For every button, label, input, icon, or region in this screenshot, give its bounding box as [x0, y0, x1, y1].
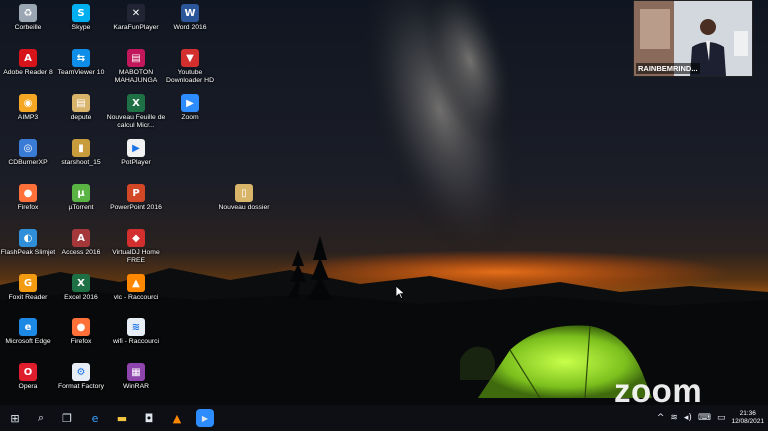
desktop-icon-access[interactable]: A Access 2016: [50, 229, 112, 257]
excel-file-icon: X: [127, 94, 145, 112]
access-icon: A: [72, 229, 90, 247]
karafun-icon: ✕: [127, 4, 145, 22]
desktop-icon-label: Word 2016: [173, 24, 207, 31]
clock-time: 21:36: [739, 410, 756, 417]
desktop-icon-document[interactable]: ▤ depute: [50, 94, 112, 122]
desktop-icon-karafun[interactable]: ✕ KaraFunPlayer: [105, 4, 167, 32]
desktop-icon-winrar[interactable]: ▦ WinRAR: [105, 363, 167, 391]
taskbar-edge-icon[interactable]: e: [86, 409, 104, 427]
desktop-icon-virtualdj[interactable]: ◆ VirtualDJ Home FREE: [105, 229, 167, 265]
virtualdj-icon: ◆: [127, 229, 145, 247]
participant-video-thumbnail[interactable]: RAINBEMRIND...: [633, 0, 753, 77]
desktop-icon-label: µTorrent: [68, 204, 94, 211]
desktop-icon-label: KaraFunPlayer: [113, 24, 159, 31]
chevron-up-icon[interactable]: ^: [657, 413, 665, 423]
desktop-icon-label: Nouveau Feuille de calcul Micr...: [106, 114, 166, 129]
taskbar-store-icon[interactable]: ◘: [140, 409, 158, 427]
desktop-icon-label: Access 2016: [61, 249, 101, 256]
vlc-icon: ▲: [127, 274, 145, 292]
desktop-icon-label: wifi - Raccourci: [112, 338, 160, 345]
desktop-icon-skype[interactable]: S Skype: [50, 4, 112, 32]
mouse-pointer-icon: [396, 286, 405, 299]
desktop-icon-folder-file[interactable]: ▮ starshoot_15: [50, 139, 112, 167]
notification-icon[interactable]: ▭: [717, 413, 726, 423]
teamviewer-icon: ⇆: [72, 49, 90, 67]
slimjet-icon: ◐: [19, 229, 37, 247]
desktop-icon-media-file[interactable]: ▤ MABOTON MAHAJUNGA: [105, 49, 167, 85]
edge-icon: e: [19, 318, 37, 336]
desktop-icon-potplayer[interactable]: ▶ PotPlayer: [105, 139, 167, 167]
desktop-icon-vlc[interactable]: ▲ vlc - Raccourci: [105, 274, 167, 302]
utorrent-icon: µ: [72, 184, 90, 202]
desktop-icon-powerpoint[interactable]: P PowerPoint 2016: [105, 184, 167, 212]
cdburner-icon: ◎: [19, 139, 37, 157]
desktop-icon-label: PowerPoint 2016: [110, 204, 162, 211]
volume-icon[interactable]: ◂): [684, 413, 692, 423]
network-icon[interactable]: ≋: [670, 413, 678, 423]
participant-name-label: RAINBEMRIND...: [636, 63, 700, 74]
word-icon: W: [181, 4, 199, 22]
desktop-icon-excel[interactable]: X Excel 2016: [50, 274, 112, 302]
document-icon: ▤: [72, 94, 90, 112]
desktop-icon-label: WinRAR: [122, 383, 150, 390]
desktop-icon-wifi-shortcut[interactable]: ≋ wifi - Raccourci: [105, 318, 167, 346]
taskbar-zoom-icon[interactable]: ▶: [196, 409, 214, 427]
potplayer-icon: ▶: [127, 139, 145, 157]
taskbar-file-explorer-icon[interactable]: ▬: [113, 409, 131, 427]
desktop-icon-label: starshoot_15: [61, 159, 101, 166]
powerpoint-icon: P: [127, 184, 145, 202]
desktop-icon-label: VirtualDJ Home FREE: [112, 249, 160, 264]
desktop-icon-label: Zoom: [181, 114, 199, 121]
desktop-icon-label: vlc - Raccourci: [113, 294, 159, 301]
desktop-icon-label: MABOTON MAHAJUNGA: [114, 69, 158, 84]
desktop-icon-label: Excel 2016: [64, 294, 98, 301]
taskbar: ⊞ ⌕ ❐ e ▬ ◘ ▲ ▶ ^ ≋ ◂) ⌨ ▭ 21:36 12/08/2021: [0, 405, 768, 431]
adobe-reader-icon: A: [19, 49, 37, 67]
skype-icon: S: [72, 4, 90, 22]
desktop-icon-label: Skype: [71, 24, 91, 31]
folder-icon: ▯: [235, 184, 253, 202]
desktop-icon-label: Firefox: [70, 338, 92, 345]
desktop-icon-folder[interactable]: ▯ Nouveau dossier: [213, 184, 275, 212]
keyboard-icon[interactable]: ⌨: [698, 413, 711, 423]
desktop-icon-zoom[interactable]: ▶ Zoom: [159, 94, 221, 122]
foxit-icon: G: [19, 274, 37, 292]
media-file-icon: ▤: [127, 49, 145, 67]
desktop-icon-word[interactable]: W Word 2016: [159, 4, 221, 32]
firefox-icon: ●: [19, 184, 37, 202]
excel-icon: X: [72, 274, 90, 292]
desktop-icon-label: TeamViewer 10: [57, 69, 105, 76]
taskbar-clock[interactable]: 21:36 12/08/2021: [731, 410, 764, 426]
taskbar-windows-start-icon[interactable]: ⊞: [6, 409, 24, 427]
wifi-shortcut-icon: ≋: [127, 318, 145, 336]
winrar-icon: ▦: [127, 363, 145, 381]
taskbar-task-view-icon[interactable]: ❐: [58, 409, 76, 427]
recycle-bin-icon: ♻: [19, 4, 37, 22]
desktop-icon-label: depute: [70, 114, 92, 121]
format-factory-icon: ⚙: [72, 363, 90, 381]
desktop-icon-label: PotPlayer: [121, 159, 151, 166]
folder-file-icon: ▮: [72, 139, 90, 157]
clock-date: 12/08/2021: [731, 418, 764, 425]
youtube-downloader-icon: ▼: [181, 49, 199, 67]
desktop-icon-label: Format Factory: [57, 383, 105, 390]
desktop-icon-firefox[interactable]: ● Firefox: [50, 318, 112, 346]
desktop-icon-teamviewer[interactable]: ⇆ TeamViewer 10: [50, 49, 112, 77]
desktop-icon-utorrent[interactable]: µ µTorrent: [50, 184, 112, 212]
desktop-icon-excel-file[interactable]: X Nouveau Feuille de calcul Micr...: [105, 94, 167, 130]
desktop-icon-label: Youtube Downloader HD: [166, 69, 214, 84]
zoom-icon: ▶: [181, 94, 199, 112]
taskbar-vlc-icon[interactable]: ▲: [168, 409, 186, 427]
desktop-icon-format-factory[interactable]: ⚙ Format Factory: [50, 363, 112, 391]
taskbar-search-icon[interactable]: ⌕: [32, 409, 50, 427]
opera-icon: O: [19, 363, 37, 381]
aimp-icon: ◉: [19, 94, 37, 112]
desktop-icon-youtube-downloader[interactable]: ▼ Youtube Downloader HD: [159, 49, 221, 85]
desktop-icon-label: Nouveau dossier: [218, 204, 270, 211]
firefox-icon: ●: [72, 318, 90, 336]
system-tray: ^ ≋ ◂) ⌨ ▭ 21:36 12/08/2021: [657, 408, 764, 428]
